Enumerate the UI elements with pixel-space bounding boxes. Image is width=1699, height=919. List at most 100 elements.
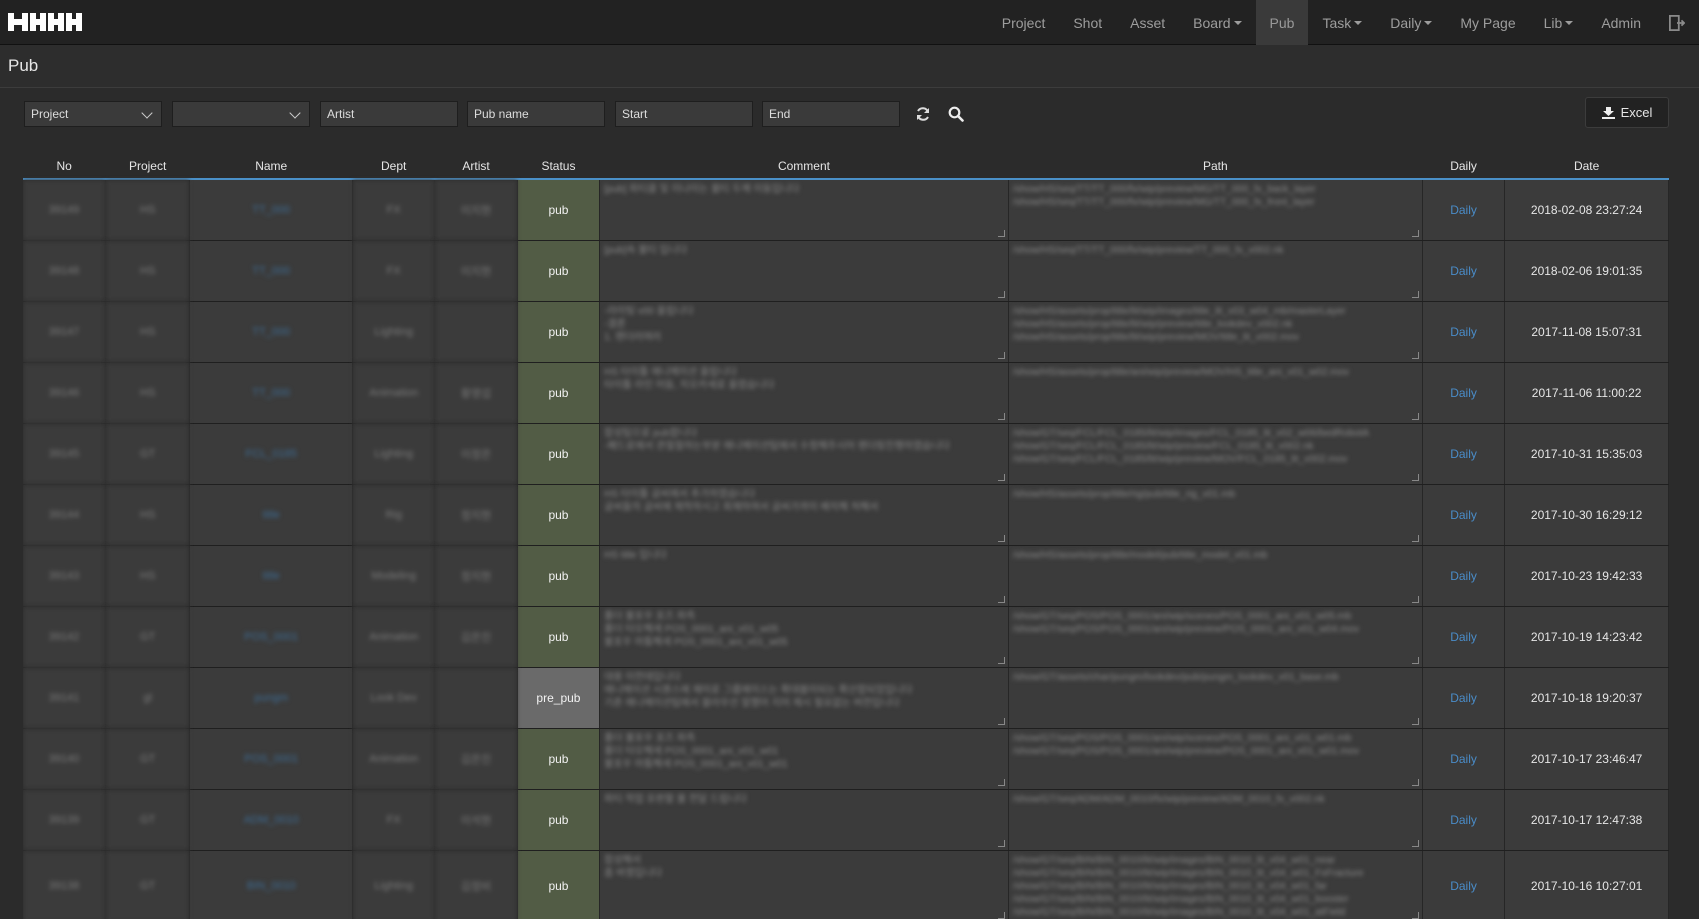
path-textarea[interactable]: /show/GT/seq/ADM/ADM_0010/fx/wip/preview… xyxy=(1008,789,1423,851)
comment-textarea[interactable]: HS 타이틀 애니메이션 올립니다 타이틀 라인 어둠, 치오카세로 올렸습니다 xyxy=(599,362,1009,424)
resize-grip-icon[interactable] xyxy=(997,911,1005,919)
daily-link[interactable]: Daily xyxy=(1450,630,1477,644)
nav-item-lib[interactable]: Lib xyxy=(1530,0,1588,45)
resize-grip-icon[interactable] xyxy=(1411,412,1419,420)
resize-grip-icon[interactable] xyxy=(997,839,1005,847)
start-date-input[interactable]: Start xyxy=(615,101,753,127)
name-link[interactable]: TT_000 xyxy=(252,204,290,216)
column-header-artist[interactable]: Artist xyxy=(434,153,518,180)
daily-link[interactable]: Daily xyxy=(1450,447,1477,461)
comment-textarea[interactable]: [pub]속 불티 입니다 xyxy=(599,240,1009,302)
path-textarea[interactable]: /show/HS/seq/TT/TT_000/fx/wip/preview/MG… xyxy=(1008,179,1423,241)
logout-button[interactable] xyxy=(1655,0,1699,45)
resize-grip-icon[interactable] xyxy=(1411,656,1419,664)
nav-item-my-page[interactable]: My Page xyxy=(1446,0,1529,45)
daily-link[interactable]: Daily xyxy=(1450,879,1477,893)
column-header-no[interactable]: No xyxy=(23,153,106,180)
daily-link[interactable]: Daily xyxy=(1450,325,1477,339)
nav-item-pub[interactable]: Pub xyxy=(1255,0,1309,45)
artist-input[interactable]: Artist xyxy=(320,101,458,127)
path-textarea[interactable]: /show/HS/assets/prop/title/lit/wip/image… xyxy=(1008,301,1423,363)
path-textarea[interactable]: /show/GT/assets/char/pungm/lookdev/pub/p… xyxy=(1008,667,1423,729)
nav-item-daily[interactable]: Daily xyxy=(1376,0,1446,45)
resize-grip-icon[interactable] xyxy=(1411,290,1419,298)
excel-button[interactable]: Excel xyxy=(1585,97,1669,128)
resize-grip-icon[interactable] xyxy=(997,717,1005,725)
daily-link[interactable]: Daily xyxy=(1450,569,1477,583)
comment-textarea[interactable]: 대용 이전데입니다 애니메이션 시퀀스에 재미로 그룹에이스는 확대봅이되는 확… xyxy=(599,667,1009,729)
end-date-input[interactable]: End xyxy=(762,101,900,127)
resize-grip-icon[interactable] xyxy=(1411,839,1419,847)
resize-grip-icon[interactable] xyxy=(997,534,1005,542)
resize-grip-icon[interactable] xyxy=(1411,473,1419,481)
resize-grip-icon[interactable] xyxy=(997,290,1005,298)
name-link[interactable]: TT_000 xyxy=(252,387,290,399)
daily-link[interactable]: Daily xyxy=(1450,691,1477,705)
column-header-dept[interactable]: Dept xyxy=(352,153,435,180)
project-select[interactable]: Project xyxy=(24,101,162,127)
path-textarea[interactable]: /show/GT/seq/FCL/FCL_0185/lit/wip/images… xyxy=(1008,423,1423,485)
daily-link[interactable]: Daily xyxy=(1450,264,1477,278)
resize-grip-icon[interactable] xyxy=(997,412,1005,420)
resize-grip-icon[interactable] xyxy=(1411,229,1419,237)
comment-textarea[interactable]: 합성팀으로 pub합니다 -패드로에서 관절절하는부분 애니메이션팀에서 수정해… xyxy=(599,423,1009,485)
nav-item-asset[interactable]: Asset xyxy=(1116,0,1179,45)
nav-item-task[interactable]: Task xyxy=(1308,0,1376,45)
comment-textarea[interactable]: 폴더 불포우 포즈 좌측 폴더 타오해세 POS_0001_ani_v01_w0… xyxy=(599,728,1009,790)
dept-select[interactable] xyxy=(172,101,310,127)
name-link[interactable]: POS_0001 xyxy=(244,631,298,643)
daily-link[interactable]: Daily xyxy=(1450,203,1477,217)
name-link[interactable]: POS_0001 xyxy=(244,753,298,765)
column-header-status[interactable]: Status xyxy=(517,153,600,180)
daily-link[interactable]: Daily xyxy=(1450,508,1477,522)
path-textarea[interactable]: /show/HS/assets/prop/title/rig/pub/title… xyxy=(1008,484,1423,546)
path-textarea[interactable]: /show/GT/seq/POS/POS_0001/ani/wip/scenes… xyxy=(1008,606,1423,668)
resize-grip-icon[interactable] xyxy=(1411,351,1419,359)
column-header-project[interactable]: Project xyxy=(105,153,190,180)
path-textarea[interactable]: /show/GT/seq/POS/POS_0001/ani/wip/scenes… xyxy=(1008,728,1423,790)
resize-grip-icon[interactable] xyxy=(1411,595,1419,603)
resize-grip-icon[interactable] xyxy=(997,595,1005,603)
name-link[interactable]: BIN_0010 xyxy=(247,880,296,892)
daily-link[interactable]: Daily xyxy=(1450,813,1477,827)
name-link[interactable]: ADM_0010 xyxy=(244,814,299,826)
comment-textarea[interactable]: 폴더 불포우 포즈 좌측 폴더 타오해세 POS_0001_ani_v01_w0… xyxy=(599,606,1009,668)
path-textarea[interactable]: /show/HS/assets/prop/title/ani/wip/previ… xyxy=(1008,362,1423,424)
resize-grip-icon[interactable] xyxy=(997,229,1005,237)
comment-textarea[interactable]: -라이팅 v00 올립니다 -결론 1. 렌더러여러 xyxy=(599,301,1009,363)
name-link[interactable]: TT_000 xyxy=(252,265,290,277)
nav-item-admin[interactable]: Admin xyxy=(1587,0,1655,45)
name-link[interactable]: pungm xyxy=(254,692,288,704)
path-textarea[interactable]: /show/GT/seq/BIN/BIN_0010/lit/wip/images… xyxy=(1008,850,1423,919)
resize-grip-icon[interactable] xyxy=(1411,911,1419,919)
path-textarea[interactable]: /show/HS/seq/TT/TT_000/fx/wip/preview/TT… xyxy=(1008,240,1423,302)
resize-grip-icon[interactable] xyxy=(997,778,1005,786)
resize-grip-icon[interactable] xyxy=(1411,534,1419,542)
search-button[interactable] xyxy=(945,103,967,125)
column-header-comment[interactable]: Comment xyxy=(599,153,1009,180)
resize-grip-icon[interactable] xyxy=(997,473,1005,481)
name-link[interactable]: TT_000 xyxy=(252,326,290,338)
column-header-path[interactable]: Path xyxy=(1008,153,1423,180)
nav-item-project[interactable]: Project xyxy=(988,0,1060,45)
name-link[interactable]: FCL_0185 xyxy=(246,448,297,460)
refresh-button[interactable] xyxy=(912,103,934,125)
pubname-input[interactable]: Pub name xyxy=(467,101,605,127)
nav-item-shot[interactable]: Shot xyxy=(1059,0,1116,45)
column-header-daily[interactable]: Daily xyxy=(1422,153,1505,180)
column-header-name[interactable]: Name xyxy=(189,153,353,180)
resize-grip-icon[interactable] xyxy=(997,656,1005,664)
name-link[interactable]: title xyxy=(263,570,280,582)
comment-textarea[interactable]: 합성해서 좀 바꿨입니다 xyxy=(599,850,1009,919)
resize-grip-icon[interactable] xyxy=(1411,778,1419,786)
nav-item-board[interactable]: Board xyxy=(1179,0,1255,45)
daily-link[interactable]: Daily xyxy=(1450,752,1477,766)
comment-textarea[interactable]: HS 타이틀 글씨에서 추가하였습니다 글씨들의 글씨에 제작하시고 회재하여서… xyxy=(599,484,1009,546)
name-link[interactable]: title xyxy=(263,509,280,521)
column-header-date[interactable]: Date xyxy=(1504,153,1669,180)
comment-textarea[interactable]: [pub] 파티클 및 이나이는 불티 두께 이동입니다 xyxy=(599,179,1009,241)
resize-grip-icon[interactable] xyxy=(1411,717,1419,725)
comment-textarea[interactable]: 파티 작업 유판할 불 전달 드립니다 xyxy=(599,789,1009,851)
path-textarea[interactable]: /show/HS/assets/prop/title/model/pub/tit… xyxy=(1008,545,1423,607)
resize-grip-icon[interactable] xyxy=(997,351,1005,359)
